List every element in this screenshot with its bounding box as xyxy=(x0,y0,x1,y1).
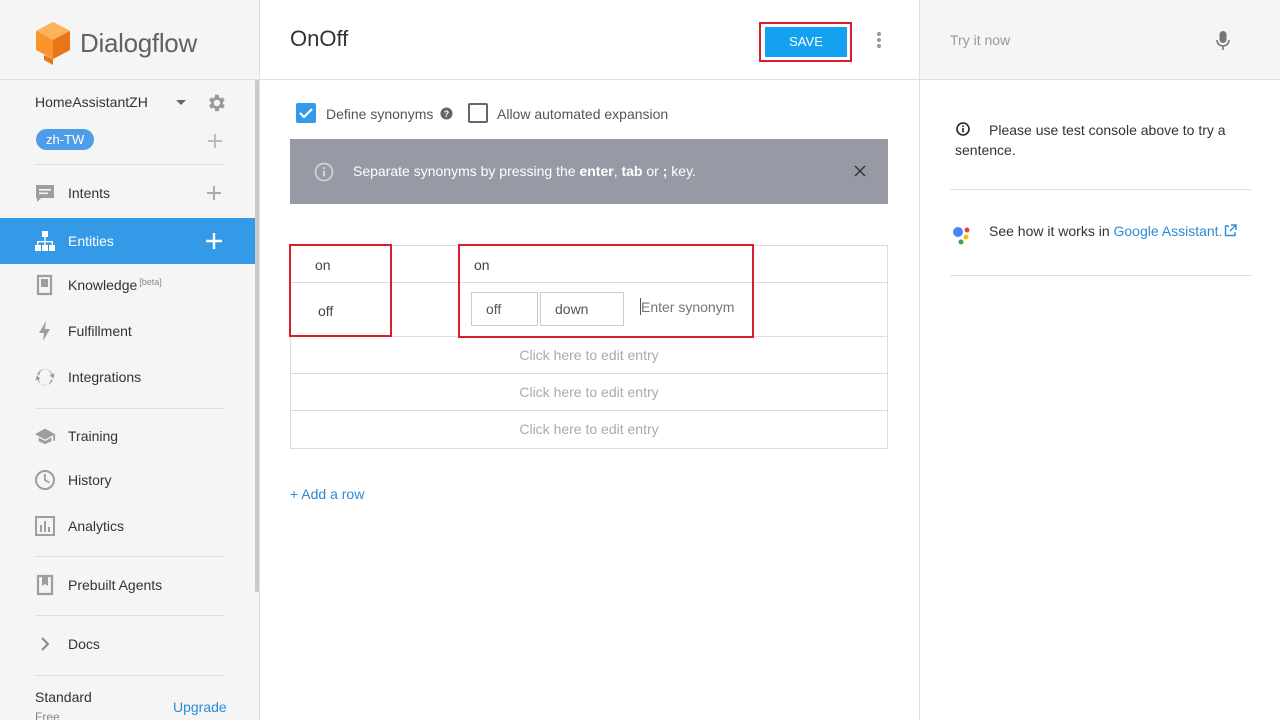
sidebar-item-intents[interactable]: Intents xyxy=(0,171,255,215)
bar-chart-icon xyxy=(35,516,55,536)
external-link-icon[interactable] xyxy=(1224,224,1238,237)
sidebar-item-label: Fulfillment xyxy=(68,323,132,339)
sidebar-item-prebuilt-agents[interactable]: Prebuilt Agents xyxy=(0,563,255,607)
bookmark-book-icon xyxy=(36,574,54,596)
dialogflow-logo[interactable]: Dialogflow xyxy=(34,20,197,66)
chevron-down-icon[interactable] xyxy=(176,100,186,105)
help-icon[interactable]: ? xyxy=(440,107,453,120)
sidebar-scrollbar[interactable] xyxy=(255,80,259,592)
sidebar-item-label: Entities xyxy=(68,233,114,249)
define-synonyms-checkbox[interactable] xyxy=(296,103,316,123)
sidebar-item-training[interactable]: Training xyxy=(0,414,255,458)
key-tab: tab xyxy=(621,163,643,179)
chat-icon xyxy=(36,185,54,202)
sidebar-item-label: Prebuilt Agents xyxy=(68,577,163,593)
sidebar-separator xyxy=(35,408,225,409)
chevron-right-icon xyxy=(41,637,50,651)
dialogflow-app: Dialogflow HomeAssistantZH zh-TW Intents… xyxy=(0,0,1280,720)
allow-expansion-checkbox[interactable] xyxy=(468,103,488,123)
sidebar-item-label: Analytics xyxy=(68,518,125,534)
allow-expansion-label: Allow automated expansion xyxy=(497,106,669,122)
check-icon xyxy=(299,108,313,119)
upgrade-link[interactable]: Upgrade xyxy=(173,699,227,715)
agent-selector[interactable]: HomeAssistantZH xyxy=(35,92,230,114)
book-icon xyxy=(36,274,53,296)
hierarchy-icon xyxy=(35,231,55,251)
add-language-icon[interactable] xyxy=(206,132,224,150)
sidebar-divider xyxy=(0,79,260,80)
google-assistant-link[interactable]: Google Assistant. xyxy=(1114,223,1223,239)
lightning-icon xyxy=(39,321,50,341)
sidebar-separator xyxy=(35,164,225,165)
panel-separator xyxy=(950,189,1251,190)
sidebar-item-label: Training xyxy=(68,428,119,444)
save-button[interactable]: SAVE xyxy=(765,27,847,57)
sidebar-item-knowledge[interactable]: Knowledge [beta] xyxy=(0,263,255,307)
try-it-input[interactable]: Try it now xyxy=(950,32,1010,48)
try-it-bar: Try it now xyxy=(920,0,1280,80)
sidebar: Dialogflow HomeAssistantZH zh-TW Intents… xyxy=(0,0,260,720)
google-assistant-text: See how it works in Google Assistant. xyxy=(989,223,1238,239)
info-text-prefix: Separate synonyms by pressing the xyxy=(353,163,580,179)
add-intent-icon[interactable] xyxy=(205,184,223,202)
plan-name: Standard xyxy=(35,689,92,705)
add-row-link[interactable]: + Add a row xyxy=(290,486,364,502)
language-chip[interactable]: zh-TW xyxy=(36,129,95,150)
sidebar-separator xyxy=(35,675,225,676)
google-assistant-icon xyxy=(953,227,970,245)
beta-badge: [beta] xyxy=(139,277,162,287)
knowledge-label: Knowledge xyxy=(68,277,138,293)
console-hint: Please use test console above to try a s… xyxy=(955,122,1226,158)
empty-entry-row[interactable]: Click here to edit entry xyxy=(291,337,887,374)
synonyms-highlight xyxy=(458,244,754,338)
svg-text:?: ? xyxy=(444,109,449,119)
page-title: OnOff xyxy=(290,26,349,51)
brand-name: Dialogflow xyxy=(80,27,197,58)
empty-entry-row[interactable]: Click here to edit entry xyxy=(291,411,887,448)
dialogflow-logo-icon xyxy=(36,22,70,65)
info-or: or xyxy=(642,163,663,179)
header-divider xyxy=(260,79,919,80)
sidebar-separator xyxy=(35,615,225,616)
info-text: Separate synonyms by pressing the enter,… xyxy=(353,163,696,179)
clock-icon xyxy=(35,470,55,490)
sidebar-item-docs[interactable]: Docs xyxy=(0,622,255,666)
empty-entry-row[interactable]: Click here to edit entry xyxy=(291,374,887,411)
plan-tier: Free xyxy=(35,710,60,720)
close-icon[interactable] xyxy=(854,165,866,177)
sidebar-item-label: History xyxy=(68,472,112,488)
microphone-icon[interactable] xyxy=(1216,30,1230,52)
sidebar-item-analytics[interactable]: Analytics xyxy=(0,504,255,548)
test-console-panel: Try it now Please use test console above… xyxy=(919,0,1280,720)
info-icon xyxy=(314,162,334,182)
ga-prefix: See how it works in xyxy=(989,223,1114,239)
sidebar-item-entities[interactable]: Entities xyxy=(0,218,255,264)
sync-icon xyxy=(35,368,55,386)
gear-icon[interactable] xyxy=(205,92,227,114)
info-banner: Separate synonyms by pressing the enter,… xyxy=(290,139,888,204)
sidebar-item-label: Intents xyxy=(68,185,111,201)
sidebar-item-fulfillment[interactable]: Fulfillment xyxy=(0,309,255,353)
graduation-cap-icon xyxy=(34,428,56,445)
sidebar-item-history[interactable]: History xyxy=(0,458,255,502)
define-synonyms-label: Define synonyms xyxy=(326,106,434,122)
add-entity-icon[interactable] xyxy=(205,232,223,250)
sidebar-item-label: Integrations xyxy=(68,369,142,385)
info-text-suffix: key. xyxy=(667,163,696,179)
sidebar-item-label: Knowledge [beta] xyxy=(68,277,162,293)
sidebar-item-integrations[interactable]: Integrations xyxy=(0,355,255,399)
more-vert-icon[interactable] xyxy=(876,32,882,48)
panel-separator xyxy=(950,275,1251,276)
sidebar-item-label: Docs xyxy=(68,636,100,652)
reference-value-highlight xyxy=(289,244,392,337)
key-enter: enter xyxy=(579,163,614,179)
sidebar-separator xyxy=(35,556,225,557)
agent-name: HomeAssistantZH xyxy=(35,94,148,110)
